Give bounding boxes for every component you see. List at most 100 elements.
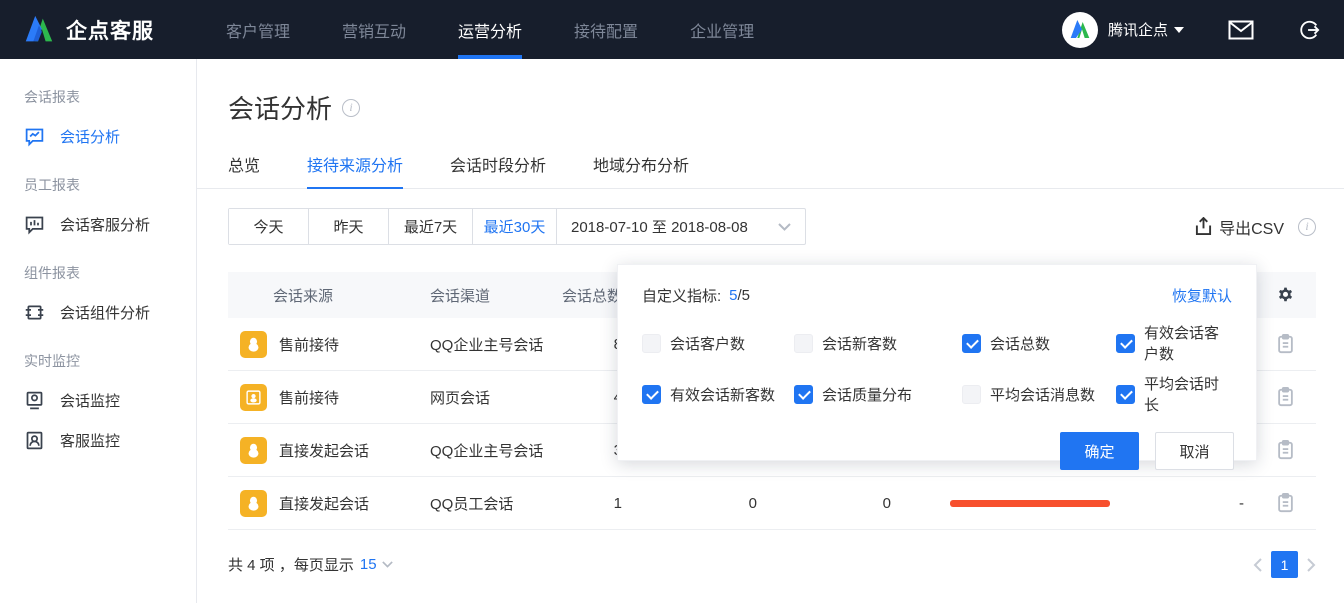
sidebar-item-session-analysis[interactable]: 会话分析 <box>0 107 196 147</box>
metric-label: 会话总数 <box>990 333 1050 354</box>
tab-overview[interactable]: 总览 <box>228 152 260 188</box>
range-today-button[interactable]: 今天 <box>229 209 309 244</box>
checkbox-icon[interactable] <box>794 385 813 404</box>
total-count-text: 共 4 项 ，每页显示 <box>228 554 354 575</box>
brand: 企点客服 <box>0 13 200 47</box>
component-analysis-icon <box>24 302 45 323</box>
metric-option[interactable]: 有效会话新客数 <box>642 373 794 415</box>
account-menu[interactable]: 腾讯企点 <box>1108 19 1184 40</box>
chevron-down-icon <box>382 561 393 568</box>
sidebar-item-component-analysis[interactable]: 会话组件分析 <box>0 283 196 323</box>
range-30days-button[interactable]: 最近30天 <box>473 209 557 244</box>
metric-label: 有效会话客户数 <box>1144 322 1232 364</box>
sidebar-item-label: 会话分析 <box>60 126 120 147</box>
next-page-icon[interactable] <box>1307 558 1316 572</box>
metric-option[interactable]: 会话质量分布 <box>794 373 962 415</box>
checkbox-icon[interactable] <box>642 334 661 353</box>
clipboard-icon[interactable] <box>1277 493 1294 513</box>
metric-label: 会话质量分布 <box>822 384 912 405</box>
sidebar-section-component-reports: 组件报表 <box>0 235 196 283</box>
channel-cell: QQ企业主号会话 <box>430 334 560 355</box>
qq-icon <box>240 490 267 517</box>
popup-title: 自定义指标: <box>642 285 721 306</box>
metric-label: 会话客户数 <box>670 333 745 354</box>
cancel-button[interactable]: 取消 <box>1155 432 1234 470</box>
page-info-icon[interactable]: i <box>342 99 360 117</box>
page-title: 会话分析 <box>228 89 332 126</box>
metric-option[interactable]: 会话客户数 <box>642 322 794 364</box>
metric-label: 有效会话新客数 <box>670 384 775 405</box>
sidebar-item-label: 会话监控 <box>60 390 120 411</box>
reset-default-link[interactable]: 恢复默认 <box>1172 285 1232 306</box>
metric-option[interactable]: 会话新客数 <box>794 322 962 364</box>
checkbox-icon[interactable] <box>794 334 813 353</box>
column-header-source: 会话来源 <box>228 285 430 306</box>
per-page-value: 15 <box>360 556 377 573</box>
brand-name: 企点客服 <box>66 15 154 45</box>
export-icon <box>1195 217 1212 236</box>
clipboard-icon[interactable] <box>1277 334 1294 354</box>
sidebar-section-session-reports: 会话报表 <box>0 59 196 107</box>
custom-metrics-popup: 自定义指标: 5/5 恢复默认 会话客户数 会话新客数 会话总数 有效会话客户数… <box>617 264 1257 461</box>
sidebar-item-agent-monitor[interactable]: 客服监控 <box>0 411 196 451</box>
nav-item-marketing[interactable]: 营销互动 <box>316 0 432 59</box>
sidebar-section-realtime-monitor: 实时监控 <box>0 323 196 371</box>
nav-item-operations[interactable]: 运营分析 <box>432 0 548 59</box>
prev-page-icon[interactable] <box>1253 558 1262 572</box>
column-settings-gear-icon[interactable] <box>1276 286 1295 305</box>
nav-item-reception[interactable]: 接待配置 <box>548 0 664 59</box>
checkbox-icon[interactable] <box>642 385 661 404</box>
checkbox-icon[interactable] <box>962 334 981 353</box>
qq-icon <box>240 437 267 464</box>
metric-option[interactable]: 平均会话时长 <box>1116 373 1232 415</box>
tab-reception-source[interactable]: 接待来源分析 <box>307 152 403 188</box>
metric-option[interactable]: 会话总数 <box>962 322 1116 364</box>
checkbox-icon[interactable] <box>962 385 981 404</box>
tab-session-period[interactable]: 会话时段分析 <box>450 152 546 188</box>
source-cell: 售前接待 <box>279 387 339 408</box>
date-range-picker[interactable]: 2018-07-10 至 2018-08-08 <box>557 209 805 244</box>
export-csv-button[interactable]: 导出CSV <box>1195 215 1284 239</box>
metric-option[interactable]: 平均会话消息数 <box>962 373 1116 415</box>
export-info-icon[interactable]: i <box>1298 218 1316 236</box>
avatar[interactable] <box>1062 12 1098 48</box>
account-name: 腾讯企点 <box>1108 19 1168 40</box>
nav-item-enterprise[interactable]: 企业管理 <box>664 0 780 59</box>
sidebar-item-label: 客服监控 <box>60 430 120 451</box>
total-cell: 4 <box>560 389 622 406</box>
checkbox-icon[interactable] <box>1116 334 1135 353</box>
range-7days-button[interactable]: 最近7天 <box>389 209 473 244</box>
session-monitor-icon <box>24 390 45 411</box>
per-page-select[interactable]: 15 <box>360 556 393 573</box>
main-nav: 客户管理 营销互动 运营分析 接待配置 企业管理 <box>200 0 780 59</box>
date-range-group: 今天 昨天 最近7天 最近30天 2018-07-10 至 2018-08-08 <box>228 208 806 245</box>
metrics-count: 5/5 <box>729 287 750 304</box>
mail-icon[interactable] <box>1228 20 1254 40</box>
source-cell: 售前接待 <box>279 334 339 355</box>
range-yesterday-button[interactable]: 昨天 <box>309 209 389 244</box>
web-session-icon <box>240 384 267 411</box>
clipboard-icon[interactable] <box>1277 387 1294 407</box>
sidebar-item-agent-analysis[interactable]: 会话客服分析 <box>0 195 196 235</box>
page-number[interactable]: 1 <box>1271 551 1298 578</box>
metric-label: 平均会话消息数 <box>990 384 1095 405</box>
sidebar: 会话报表 会话分析 员工报表 会话客服分析 组件报表 <box>0 59 197 603</box>
metrics-options: 会话客户数 会话新客数 会话总数 有效会话客户数 有效会话新客数 会话质量分布 … <box>618 306 1256 415</box>
sidebar-section-staff-reports: 员工报表 <box>0 147 196 195</box>
total-cell: 3 <box>560 442 622 459</box>
chevron-down-icon <box>778 223 791 231</box>
metric-label: 会话新客数 <box>822 333 897 354</box>
metric-option[interactable]: 有效会话客户数 <box>1116 322 1232 364</box>
nav-item-customer[interactable]: 客户管理 <box>200 0 316 59</box>
channel-cell: QQ企业主号会话 <box>430 440 560 461</box>
confirm-button[interactable]: 确定 <box>1060 432 1139 470</box>
pagination: 1 <box>1253 551 1316 578</box>
table-row: 直接发起会话 QQ员工会话 1 0 0 - <box>228 477 1316 530</box>
clipboard-icon[interactable] <box>1277 440 1294 460</box>
logout-icon[interactable] <box>1298 19 1320 41</box>
checkbox-icon[interactable] <box>1116 385 1135 404</box>
tab-region-distribution[interactable]: 地域分布分析 <box>593 152 689 188</box>
sidebar-item-session-monitor[interactable]: 会话监控 <box>0 371 196 411</box>
total-cell: 1 <box>560 495 622 512</box>
column-header-channel: 会话渠道 <box>430 285 560 306</box>
